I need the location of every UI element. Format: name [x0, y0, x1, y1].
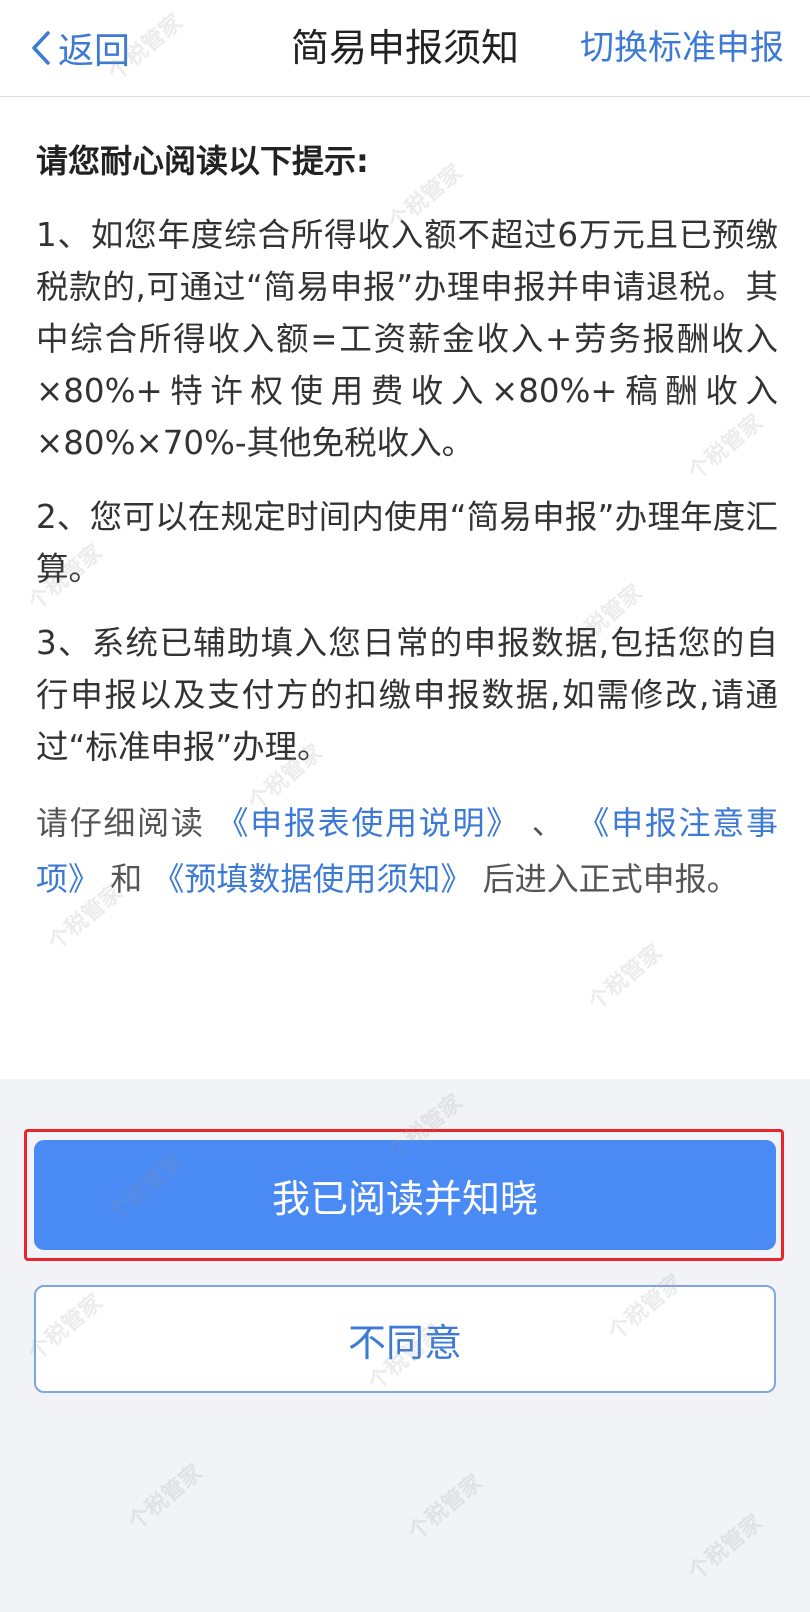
reading-notice-separator: 、: [531, 804, 566, 842]
reading-notice-and: 和: [110, 860, 143, 898]
chevron-left-icon: [32, 31, 50, 65]
watermark-text: 个税管家: [403, 1470, 488, 1546]
switch-standard-declaration-button[interactable]: 切换标准申报: [580, 20, 784, 76]
back-button[interactable]: 返回: [30, 22, 130, 74]
confirm-read-button[interactable]: 我已阅读并知晓: [34, 1140, 776, 1250]
reading-notice-suffix: 后进入正式申报。: [482, 860, 739, 898]
reading-notice-prefix: 请仔细阅读: [36, 804, 205, 842]
notice-item-2: 2、您可以在规定时间内使用“简易申报”办理年度汇算。: [36, 498, 778, 588]
prefilled-data-notice-link[interactable]: 《预填数据使用须知》: [152, 860, 472, 898]
notice-heading: 请您耐心阅读以下提示:: [36, 142, 369, 180]
nav-bar: 返回 简易申报须知 切换标准申报: [0, 0, 810, 97]
reading-notice: 请仔细阅读 《申报表使用说明》 、 《申报注意事项》 和 《预填数据使用须知》 …: [36, 795, 778, 907]
notice-content: 请您耐心阅读以下提示: 1、如您年度综合所得收入额不超过6万元且已预缴税款的,可…: [0, 97, 810, 1079]
form-instructions-link[interactable]: 《申报表使用说明》: [216, 804, 519, 842]
page-title: 简易申报须知: [290, 26, 519, 70]
watermark-text: 个税管家: [123, 1460, 208, 1536]
watermark-text: 个税管家: [683, 1510, 768, 1586]
disagree-button[interactable]: 不同意: [34, 1285, 776, 1393]
notice-item-1: 1、如您年度综合所得收入额不超过6万元且已预缴税款的,可通过“简易申报”办理申报…: [36, 216, 778, 462]
notice-item-3: 3、系统已辅助填入您日常的申报数据,包括您的自行申报以及支付方的扣缴申报数据,如…: [36, 624, 778, 766]
back-label: 返回: [58, 31, 131, 72]
